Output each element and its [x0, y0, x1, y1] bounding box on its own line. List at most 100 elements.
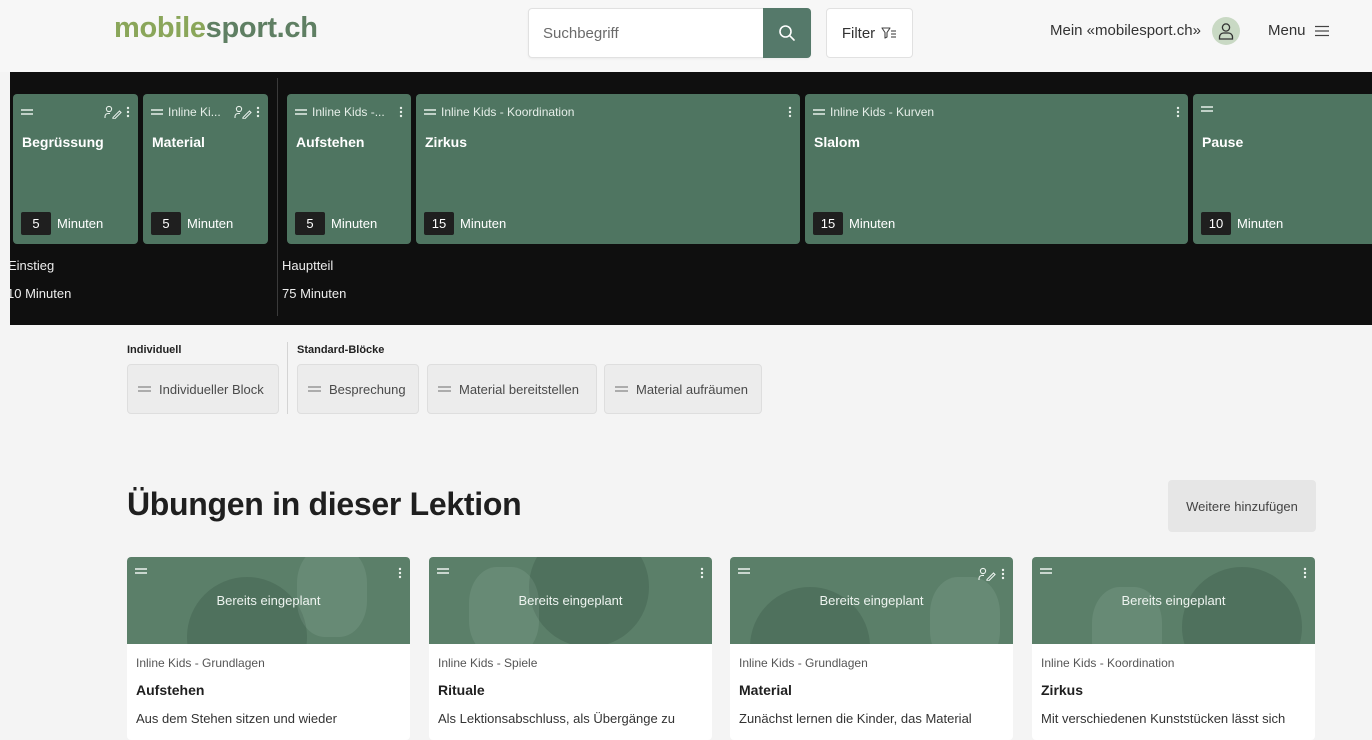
more-vert-icon[interactable]	[788, 106, 792, 118]
drag-handle-icon[interactable]	[21, 108, 33, 116]
block-title: Begrüssung	[22, 134, 104, 150]
timeline-block-zirkus[interactable]: Inline Kids - Koordination Zirkus 15 Minu…	[416, 94, 800, 244]
drag-handle-icon[interactable]	[135, 567, 147, 575]
more-vert-icon[interactable]	[126, 106, 130, 118]
timeline-block-pause[interactable]: Pause 10 Minuten	[1193, 94, 1372, 244]
card-title[interactable]: Aufstehen	[136, 682, 204, 698]
account-link[interactable]: Mein «mobilesport.ch»	[1050, 22, 1201, 39]
card-title[interactable]: Material	[739, 682, 792, 698]
hamburger-icon	[1314, 25, 1329, 36]
timeline-block-slalom[interactable]: Inline Kids - Kurven Slalom 15 Minuten	[805, 94, 1188, 244]
exercise-card-material[interactable]: Bereits eingeplant Inline Kids - Grundla…	[730, 557, 1013, 740]
chip-label: Material aufräumen	[636, 381, 748, 397]
duration-value[interactable]: 5	[295, 212, 325, 235]
planned-badge: Bereits eingeplant	[518, 593, 623, 608]
more-vert-icon[interactable]	[1303, 567, 1307, 579]
search-box	[528, 8, 811, 58]
menu-label: Menu	[1268, 22, 1306, 39]
duration-unit: Minuten	[331, 216, 378, 231]
more-vert-icon[interactable]	[700, 567, 704, 579]
duration-unit: Minuten	[460, 216, 507, 231]
phase-name-einstieg: Einstieg	[10, 258, 55, 273]
card-description: Zunächst lernen die Kinder, das Material	[739, 711, 972, 726]
duration-unit: Minuten	[57, 216, 104, 231]
user-edit-icon[interactable]	[104, 105, 122, 119]
chip-individueller-block[interactable]: Individueller Block	[127, 364, 279, 414]
search-input[interactable]	[529, 9, 765, 57]
duration-value[interactable]: 5	[151, 212, 181, 235]
exercise-card-zirkus[interactable]: Bereits eingeplant Inline Kids - Koordin…	[1032, 557, 1315, 740]
planned-badge: Bereits eingeplant	[216, 593, 321, 608]
chip-label: Material bereitstellen	[459, 381, 579, 397]
timeline-block-aufstehen[interactable]: Inline Kids -... Aufstehen 5 Minuten	[287, 94, 411, 244]
site-logo[interactable]: mobilesport.ch	[114, 12, 318, 45]
exercise-card-aufstehen[interactable]: Bereits eingeplant Inline Kids - Grundla…	[127, 557, 410, 740]
more-vert-icon[interactable]	[1176, 106, 1180, 118]
card-image: Bereits eingeplant	[429, 557, 712, 644]
chip-material-bereitstellen[interactable]: Material bereitstellen	[427, 364, 597, 414]
drag-handle-icon[interactable]	[738, 567, 750, 575]
duration-value[interactable]: 10	[1201, 212, 1231, 235]
block-category: Inline Kids - Kurven	[830, 105, 935, 119]
card-image: Bereits eingeplant	[1032, 557, 1315, 644]
card-description: Als Lektionsabschluss, als Übergänge zu	[438, 711, 676, 726]
exercise-card-rituale[interactable]: Bereits eingeplant Inline Kids - Spiele …	[429, 557, 712, 740]
drag-handle-icon[interactable]	[151, 108, 163, 116]
block-title: Slalom	[814, 134, 860, 150]
block-title: Aufstehen	[296, 134, 365, 150]
card-image: Bereits eingeplant	[730, 557, 1013, 644]
card-category: Inline Kids - Grundlagen	[136, 656, 265, 670]
drag-handle-icon[interactable]	[1040, 567, 1052, 575]
phase-name-hauptteil: Hauptteil	[282, 258, 334, 273]
timeline-block-begruessung[interactable]: Begrüssung 5 Minuten	[13, 94, 138, 244]
chip-besprechung[interactable]: Besprechung	[297, 364, 419, 414]
menu-button[interactable]: Menu	[1268, 22, 1330, 39]
search-icon	[779, 25, 795, 41]
user-edit-icon[interactable]	[978, 567, 996, 581]
site-header: mobilesport.ch Filter Mein «mobilesport.…	[0, 0, 1372, 72]
filter-button[interactable]: Filter	[826, 8, 913, 58]
add-more-button[interactable]: Weitere hinzufügen	[1168, 480, 1316, 532]
search-button[interactable]	[763, 8, 811, 58]
duration-value[interactable]: 15	[813, 212, 843, 235]
block-header: Inline Kids -...	[295, 105, 403, 119]
drag-handle-icon[interactable]	[437, 567, 449, 575]
logo-text-mobile: mobile	[114, 12, 206, 44]
block-header: Inline Ki...	[151, 105, 260, 119]
planned-badge: Bereits eingeplant	[819, 593, 924, 608]
chip-material-aufraeumen[interactable]: Material aufräumen	[604, 364, 762, 414]
more-vert-icon[interactable]	[1001, 568, 1005, 580]
drag-handle-icon	[308, 386, 321, 392]
card-category: Inline Kids - Koordination	[1041, 656, 1175, 670]
drag-handle-icon	[615, 386, 628, 392]
user-avatar[interactable]	[1212, 17, 1240, 45]
card-title[interactable]: Zirkus	[1041, 682, 1083, 698]
phase-divider	[277, 78, 278, 316]
more-vert-icon[interactable]	[256, 106, 260, 118]
duration-value[interactable]: 15	[424, 212, 454, 235]
logo-text-sport: sport.ch	[205, 12, 318, 44]
drag-handle-icon[interactable]	[424, 108, 436, 116]
drag-handle-icon[interactable]	[1201, 105, 1213, 113]
block-category: Inline Ki...	[168, 105, 221, 119]
duration-unit: Minuten	[1237, 216, 1284, 231]
user-edit-icon[interactable]	[234, 105, 252, 119]
duration-unit: Minuten	[849, 216, 896, 231]
section-title: Übungen in dieser Lektion	[127, 486, 522, 522]
drag-handle-icon[interactable]	[295, 108, 307, 116]
block-category: Inline Kids - Koordination	[441, 105, 575, 119]
card-title[interactable]: Rituale	[438, 682, 485, 698]
drag-handle-icon	[138, 386, 151, 392]
drag-handle-icon[interactable]	[813, 108, 825, 116]
duration-value[interactable]: 5	[21, 212, 51, 235]
more-vert-icon[interactable]	[399, 106, 403, 118]
more-vert-icon[interactable]	[398, 567, 402, 579]
block-title: Zirkus	[425, 134, 468, 150]
timeline-block-material[interactable]: Inline Ki... Material 5 Minuten	[143, 94, 268, 244]
block-duration: 10 Minuten	[1201, 212, 1283, 235]
phase-duration-einstieg: 10 Minuten	[10, 286, 72, 301]
phase-duration-hauptteil: 75 Minuten	[282, 286, 347, 301]
palette-divider	[287, 342, 288, 414]
block-duration: 5 Minuten	[295, 212, 377, 235]
block-header	[21, 105, 130, 119]
